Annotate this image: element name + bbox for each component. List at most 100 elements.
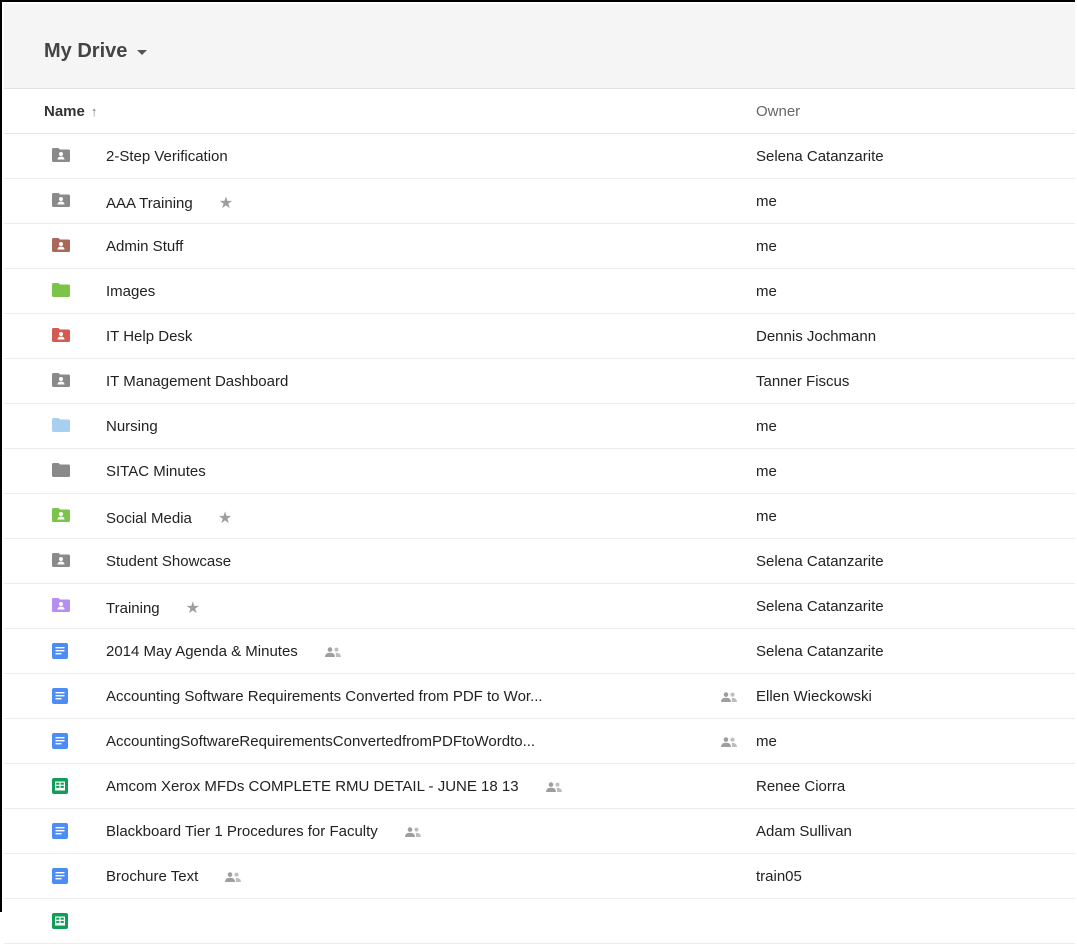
file-name-text: 2014 May Agenda & Minutes xyxy=(106,643,298,660)
file-list: 2-Step Verification Selena Catanzarite AAA… xyxy=(4,134,1075,944)
file-owner: Tanner Fiscus xyxy=(756,373,850,390)
file-name: 2-Step Verification xyxy=(106,148,228,165)
shared-people-icon xyxy=(224,869,242,886)
file-row[interactable]: Student Showcase Selena Catanzarite xyxy=(4,539,1075,584)
file-row[interactable]: SITAC Minutes me xyxy=(4,449,1075,494)
file-owner: train05 xyxy=(756,868,802,885)
file-name-text: Accounting Software Requirements Convert… xyxy=(106,688,543,705)
column-header-row: Name ↑ Owner xyxy=(4,89,1075,134)
file-owner: Selena Catanzarite xyxy=(756,598,884,615)
file-name: Accounting Software Requirements Convert… xyxy=(106,688,543,705)
file-row[interactable]: 2-Step Verification Selena Catanzarite xyxy=(4,134,1075,179)
file-name-text: AAA Training xyxy=(106,195,193,212)
file-name: Nursing xyxy=(106,418,158,435)
owner-column-header[interactable]: Owner xyxy=(756,103,800,120)
doc-icon xyxy=(52,643,70,659)
file-row[interactable] xyxy=(4,899,1075,944)
shared-folder-icon xyxy=(52,598,70,612)
shared-folder-icon xyxy=(52,238,70,252)
file-owner: me xyxy=(756,733,777,750)
file-name: Social Media ★ xyxy=(106,508,232,528)
file-name-text: Admin Stuff xyxy=(106,238,184,255)
file-name: Admin Stuff xyxy=(106,238,183,255)
star-icon: ★ xyxy=(218,195,234,212)
file-row[interactable]: 2014 May Agenda & Minutes Selena Catanzar… xyxy=(4,629,1075,674)
sheet-icon xyxy=(52,778,70,794)
file-name-text: Blackboard Tier 1 Procedures for Faculty xyxy=(106,823,378,840)
sheet-icon xyxy=(52,913,70,929)
sort-ascending-icon: ↑ xyxy=(90,104,98,119)
file-name: Student Showcase xyxy=(106,553,231,570)
top-bar: My Drive xyxy=(4,4,1075,89)
file-owner: me xyxy=(756,283,777,300)
file-owner: Selena Catanzarite xyxy=(756,148,884,165)
shared-folder-icon xyxy=(52,553,70,567)
file-name: Amcom Xerox MFDs COMPLETE RMU DETAIL - J… xyxy=(106,778,563,796)
file-row[interactable]: AAA Training ★ me xyxy=(4,179,1075,224)
shared-people-icon xyxy=(720,734,738,751)
file-owner: Ellen Wieckowski xyxy=(756,688,872,705)
caret-down-icon xyxy=(137,50,148,55)
file-owner: Adam Sullivan xyxy=(756,823,852,840)
file-row[interactable]: Training ★ Selena Catanzarite xyxy=(4,584,1075,629)
file-row[interactable]: Amcom Xerox MFDs COMPLETE RMU DETAIL - J… xyxy=(4,764,1075,809)
file-row[interactable]: Social Media ★ me xyxy=(4,494,1075,539)
file-row[interactable]: Images me xyxy=(4,269,1075,314)
file-name-text: IT Management Dashboard xyxy=(106,373,289,390)
file-name: 2014 May Agenda & Minutes xyxy=(106,643,342,661)
file-name-text: IT Help Desk xyxy=(106,328,193,345)
doc-icon xyxy=(52,868,70,884)
file-name-text: AccountingSoftwareRequirementsConvertedf… xyxy=(106,733,536,750)
file-row[interactable]: Brochure Text train05 xyxy=(4,854,1075,899)
name-column-label: Name xyxy=(44,103,85,120)
shared-people-icon xyxy=(324,644,342,661)
my-drive-dropdown[interactable]: My Drive xyxy=(44,40,148,63)
file-name-text: Amcom Xerox MFDs COMPLETE RMU DETAIL - J… xyxy=(106,778,519,795)
star-icon: ★ xyxy=(185,600,200,617)
file-name-text: Training xyxy=(106,600,160,617)
shared-folder-icon xyxy=(52,508,70,522)
file-name: IT Help Desk xyxy=(106,328,192,345)
file-name: AAA Training ★ xyxy=(106,193,233,213)
file-row[interactable]: Blackboard Tier 1 Procedures for Faculty… xyxy=(4,809,1075,854)
shared-folder-icon xyxy=(52,193,70,207)
file-name-text: Nursing xyxy=(106,418,158,435)
star-icon: ★ xyxy=(217,510,233,527)
file-row[interactable]: Admin Stuff me xyxy=(4,224,1075,269)
folder-icon xyxy=(52,283,70,297)
name-column-header[interactable]: Name ↑ xyxy=(44,103,97,120)
file-row[interactable]: Nursing me xyxy=(4,404,1075,449)
file-name: IT Management Dashboard xyxy=(106,373,288,390)
shared-people-icon xyxy=(720,689,738,706)
file-row[interactable]: IT Management Dashboard Tanner Fiscus xyxy=(4,359,1075,404)
doc-icon xyxy=(52,733,70,749)
doc-icon xyxy=(52,688,70,704)
file-owner: Dennis Jochmann xyxy=(756,328,877,345)
file-owner: Renee Ciorra xyxy=(756,778,846,795)
doc-icon xyxy=(52,823,70,839)
file-name-text: Brochure Text xyxy=(106,868,199,885)
file-owner: me xyxy=(756,238,777,255)
file-name: Training ★ xyxy=(106,598,200,618)
shared-folder-icon xyxy=(52,373,70,387)
file-row[interactable]: IT Help Desk Dennis Jochmann xyxy=(4,314,1075,359)
drive-panel: My Drive Name ↑ Owner 2-Step Verification… xyxy=(0,0,1075,944)
file-name: Images xyxy=(106,283,155,300)
folder-icon xyxy=(52,463,70,477)
shared-people-icon xyxy=(545,779,563,796)
folder-icon xyxy=(52,418,70,432)
file-name-text: 2-Step Verification xyxy=(106,148,228,165)
file-name-text: Student Showcase xyxy=(106,553,232,570)
shared-folder-icon xyxy=(52,328,70,342)
file-row[interactable]: AccountingSoftwareRequirementsConvertedf… xyxy=(4,719,1075,764)
file-name-text: Images xyxy=(106,283,156,300)
file-name-text: SITAC Minutes xyxy=(106,463,206,480)
file-owner: me xyxy=(756,508,777,525)
file-owner: me xyxy=(756,463,777,480)
file-owner: Selena Catanzarite xyxy=(756,553,884,570)
file-name: Blackboard Tier 1 Procedures for Faculty xyxy=(106,823,422,841)
file-name: SITAC Minutes xyxy=(106,463,206,480)
file-name: AccountingSoftwareRequirementsConvertedf… xyxy=(106,733,535,750)
file-row[interactable]: Accounting Software Requirements Convert… xyxy=(4,674,1075,719)
file-owner: Selena Catanzarite xyxy=(756,643,884,660)
